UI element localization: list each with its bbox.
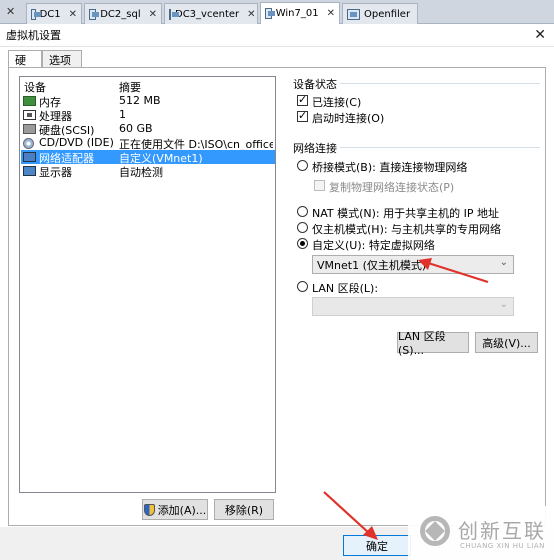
custom-network-select[interactable]: VMnet1 (仅主机模式) ⌄ xyxy=(312,255,514,274)
watermark: 创新互联 CHUANG XIN HU LIAN xyxy=(408,506,554,560)
bridged-radio[interactable] xyxy=(297,160,308,171)
chevron-down-icon: ⌄ xyxy=(499,257,508,268)
ok-button[interactable]: 确定 xyxy=(343,535,411,556)
connect-at-power-on-checkbox[interactable] xyxy=(297,109,308,122)
tab-openfiler[interactable]: Openfiler xyxy=(342,3,418,24)
custom-network-value: VMnet1 (仅主机模式) xyxy=(317,258,427,272)
lan-segment-select[interactable]: ⌄ xyxy=(312,297,514,316)
vm-icon xyxy=(169,8,179,20)
close-icon[interactable]: ✕ xyxy=(65,9,77,20)
logo-icon xyxy=(420,516,450,546)
tab-label: Openfiler xyxy=(364,8,411,20)
memory-icon xyxy=(23,96,36,106)
network-connection-heading: 网络连接 xyxy=(293,142,337,155)
lan-segment-label: LAN 区段(L): xyxy=(312,282,379,295)
replicate-state-checkbox[interactable] xyxy=(314,180,325,191)
device-row-network-adapter[interactable]: 网络适配器 自定义(VMnet1) xyxy=(21,150,275,165)
lan-segment-radio[interactable] xyxy=(297,281,308,292)
tab-label: DC3_vcenter xyxy=(175,8,240,20)
chevron-down-icon: ⌄ xyxy=(499,299,508,310)
shield-icon xyxy=(143,503,155,516)
watermark-text: 创新互联 xyxy=(458,519,546,543)
host-only-radio[interactable] xyxy=(297,222,308,233)
tab-label: DC2_sql xyxy=(100,8,141,20)
tab-win7-01[interactable]: Win7_01 ✕ xyxy=(260,2,340,24)
tab-dc3-vcenter[interactable]: DC3_vcenter ✕ xyxy=(164,3,258,24)
host-only-label: 仅主机模式(H): 与主机共享的专用网络 xyxy=(312,223,502,236)
vm-icon xyxy=(31,8,41,20)
dialog-titlebar: 虚拟机设置 ✕ xyxy=(0,24,554,47)
watermark-subtext: CHUANG XIN HU LIAN xyxy=(460,542,545,550)
nat-radio[interactable] xyxy=(297,206,308,217)
cd-dvd-icon xyxy=(23,138,34,149)
device-summary: 60 GB xyxy=(119,122,153,135)
vm-icon xyxy=(89,8,100,20)
divider xyxy=(340,147,540,148)
device-row-processor[interactable]: 处理器 1 xyxy=(21,108,275,123)
device-list[interactable]: 设备 摘要 内存 512 MB 处理器 1 硬盘(SCSI) 60 GB CD/… xyxy=(19,76,276,493)
vm-icon xyxy=(265,8,275,19)
close-icon[interactable]: ✕ xyxy=(145,9,157,20)
device-row-cd-dvd[interactable]: CD/DVD (IDE) 正在使用文件 D:\ISO\cn_office_p..… xyxy=(21,136,275,151)
custom-radio[interactable] xyxy=(297,238,308,249)
ok-label: 确定 xyxy=(366,539,388,553)
column-summary[interactable]: 摘要 xyxy=(119,79,141,95)
device-name: 显示器 xyxy=(39,166,72,179)
tab-label: DC1 xyxy=(39,8,61,20)
tab-dc1[interactable]: DC1 ✕ xyxy=(26,3,82,24)
hard-disk-icon xyxy=(23,124,36,134)
close-icon[interactable]: ✕ xyxy=(243,9,255,20)
device-summary: 自动检测 xyxy=(119,166,163,179)
device-row-memory[interactable]: 内存 512 MB xyxy=(21,94,275,109)
remove-button-label: 移除(R) xyxy=(224,503,264,517)
add-device-button[interactable]: 添加(A)... xyxy=(142,499,208,520)
tab-dc2-sql[interactable]: DC2_sql ✕ xyxy=(84,3,162,24)
tab-label: Win7_01 xyxy=(275,8,319,19)
nat-label: NAT 模式(N): 用于共享主机的 IP 地址 xyxy=(312,207,499,220)
network-adapter-icon xyxy=(23,152,36,162)
device-list-header: 设备 摘要 xyxy=(20,77,275,95)
custom-label: 自定义(U): 特定虚拟网络 xyxy=(312,239,435,252)
replicate-state-label: 复制物理网络连接状态(P) xyxy=(329,181,455,194)
device-name: CD/DVD (IDE) xyxy=(39,136,114,149)
close-icon[interactable]: ✕ xyxy=(534,27,546,43)
device-status-heading: 设备状态 xyxy=(293,78,337,91)
advanced-label: 高级(V)... xyxy=(482,336,531,350)
device-row-hard-disk[interactable]: 硬盘(SCSI) 60 GB xyxy=(21,122,275,137)
vm-icon xyxy=(347,8,360,20)
close-icon[interactable]: ✕ xyxy=(323,8,335,19)
divider xyxy=(340,83,540,84)
device-summary: 512 MB xyxy=(119,94,161,107)
tab-options[interactable]: 选项 xyxy=(42,50,82,68)
lan-segments-button[interactable]: LAN 区段(S)... xyxy=(397,330,469,357)
vm-tab-strip: ✕ DC1 ✕ DC2_sql ✕ DC3_vcenter ✕ Win7_01 … xyxy=(0,0,554,24)
advanced-button[interactable]: 高级(V)... xyxy=(475,332,538,353)
dialog-title: 虚拟机设置 xyxy=(6,29,61,42)
connected-checkbox[interactable] xyxy=(297,93,308,106)
close-icon[interactable]: ✕ xyxy=(6,5,15,18)
column-device[interactable]: 设备 xyxy=(24,79,46,95)
device-row-display[interactable]: 显示器 自动检测 xyxy=(21,164,275,179)
connect-at-power-on-label: 启动时连接(O) xyxy=(312,112,385,125)
device-summary: 1 xyxy=(119,108,126,121)
connected-label: 已连接(C) xyxy=(312,96,362,109)
add-button-label: 添加(A)... xyxy=(157,503,207,517)
display-icon xyxy=(23,166,36,176)
remove-device-button[interactable]: 移除(R) xyxy=(214,499,274,520)
lan-segments-label: LAN 区段(S)... xyxy=(398,330,446,357)
processor-icon xyxy=(23,110,36,120)
bridged-label: 桥接模式(B): 直接连接物理网络 xyxy=(312,161,468,174)
